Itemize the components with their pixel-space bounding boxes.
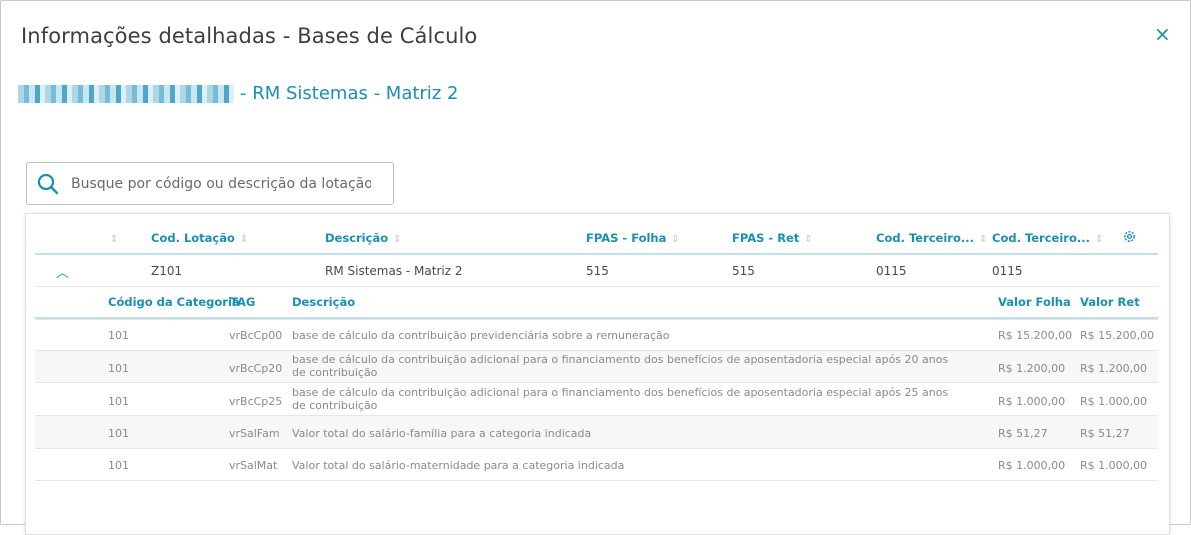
subcol-codigo-categoria: Código da Categoria xyxy=(108,295,240,309)
sort-icon: ⇕ xyxy=(804,234,813,245)
cell-descricao: RM Sistemas - Matriz 2 xyxy=(325,264,463,278)
search-box[interactable] xyxy=(26,162,394,205)
detail-valor-ret: R$ 1.000,00 xyxy=(1080,459,1148,472)
sort-icon[interactable]: ⇕ xyxy=(110,231,118,245)
row-divider xyxy=(35,286,1158,287)
cell-fpas-folha: 515 xyxy=(586,264,609,278)
cell-cod-terceiro-1: 0115 xyxy=(876,264,907,278)
detail-valor-ret: R$ 1.200,00 xyxy=(1080,362,1148,375)
detail-tag: vrSalMat xyxy=(229,459,278,472)
subcol-valor-folha: Valor Folha xyxy=(998,295,1071,309)
table-end-divider xyxy=(35,480,1158,481)
dialog-title: Informações detalhadas - Bases de Cálcul… xyxy=(21,24,478,48)
company-subtitle: - RM Sistemas - Matriz 2 xyxy=(18,83,458,104)
col-cod-terceiro-2[interactable]: Cod. Terceiro... ⇕ xyxy=(992,231,1103,245)
detail-valor-folha: R$ 1.200,00 xyxy=(998,362,1066,375)
detail-valor-ret: R$ 1.000,00 xyxy=(1080,395,1148,408)
detail-valor-folha: R$ 15.200,00 xyxy=(998,329,1073,342)
detail-codigo: 101 xyxy=(108,427,129,440)
chevron-up-icon[interactable]: ︿ xyxy=(56,262,69,281)
sort-icon: ⇕ xyxy=(393,234,402,245)
detail-valor-ret: R$ 15.200,00 xyxy=(1080,329,1155,342)
gear-icon[interactable] xyxy=(1122,229,1137,244)
detail-codigo: 101 xyxy=(108,459,129,472)
col-fpas-folha[interactable]: FPAS - Folha ⇕ xyxy=(586,231,680,245)
detail-tag: vrBcCp20 xyxy=(229,362,283,375)
detail-row: 101 vrBcCp00 base de cálculo da contribu… xyxy=(35,319,1158,351)
subcol-descricao: Descrição xyxy=(292,295,356,309)
detail-tag: vrBcCp25 xyxy=(229,395,283,408)
detail-descricao: Valor total do salário-família para a ca… xyxy=(292,427,592,440)
search-input[interactable] xyxy=(69,174,373,193)
detail-valor-folha: R$ 51,27 xyxy=(998,427,1048,440)
detail-valor-folha: R$ 1.000,00 xyxy=(998,459,1066,472)
detail-descricao: base de cálculo da contribuição adiciona… xyxy=(292,353,949,379)
detail-row: 101 vrBcCp20 base de cálculo da contribu… xyxy=(35,350,1158,383)
cell-cod-lotacao: Z101 xyxy=(151,264,183,278)
close-icon[interactable]: × xyxy=(1154,24,1171,44)
detail-tag: vrSalFam xyxy=(229,427,280,440)
detail-descricao: Valor total do salário-maternidade para … xyxy=(292,459,625,472)
detail-codigo: 101 xyxy=(108,395,129,408)
search-icon xyxy=(37,173,59,194)
col-cod-lotacao[interactable]: Cod. Lotação ⇕ xyxy=(151,231,248,245)
redacted-cnpj xyxy=(18,84,234,103)
detail-codigo: 101 xyxy=(108,362,129,375)
detail-tag: vrBcCp00 xyxy=(229,329,283,342)
detail-row: 101 vrSalFam Valor total do salário-famí… xyxy=(35,415,1158,449)
cell-cod-terceiro-2: 0115 xyxy=(992,264,1023,278)
detail-descricao: base de cálculo da contribuição adiciona… xyxy=(292,386,949,412)
detail-valor-folha: R$ 1.000,00 xyxy=(998,395,1066,408)
col-fpas-ret[interactable]: FPAS - Ret ⇕ xyxy=(732,231,813,245)
sort-icon: ⇕ xyxy=(239,234,249,245)
subcol-valor-ret: Valor Ret xyxy=(1080,295,1140,309)
sort-icon: ⇕ xyxy=(1094,234,1104,245)
detail-valor-ret: R$ 51,27 xyxy=(1080,427,1130,440)
detail-codigo: 101 xyxy=(108,329,129,342)
detail-descricao: base de cálculo da contribuição previden… xyxy=(292,329,670,342)
detail-row: 101 vrBcCp25 base de cálculo da contribu… xyxy=(35,382,1158,416)
header-divider xyxy=(35,253,1158,255)
subcol-tag: TAG xyxy=(230,295,256,309)
sort-icon: ⇕ xyxy=(671,234,680,245)
company-name: - RM Sistemas - Matriz 2 xyxy=(240,83,459,104)
sort-icon: ⇕ xyxy=(978,234,988,245)
cell-fpas-ret: 515 xyxy=(732,264,755,278)
col-cod-terceiro-1[interactable]: Cod. Terceiro... ⇕ xyxy=(876,231,987,245)
detail-row: 101 vrSalMat Valor total do salário-mate… xyxy=(35,448,1158,481)
col-descricao[interactable]: Descrição ⇕ xyxy=(325,231,402,245)
